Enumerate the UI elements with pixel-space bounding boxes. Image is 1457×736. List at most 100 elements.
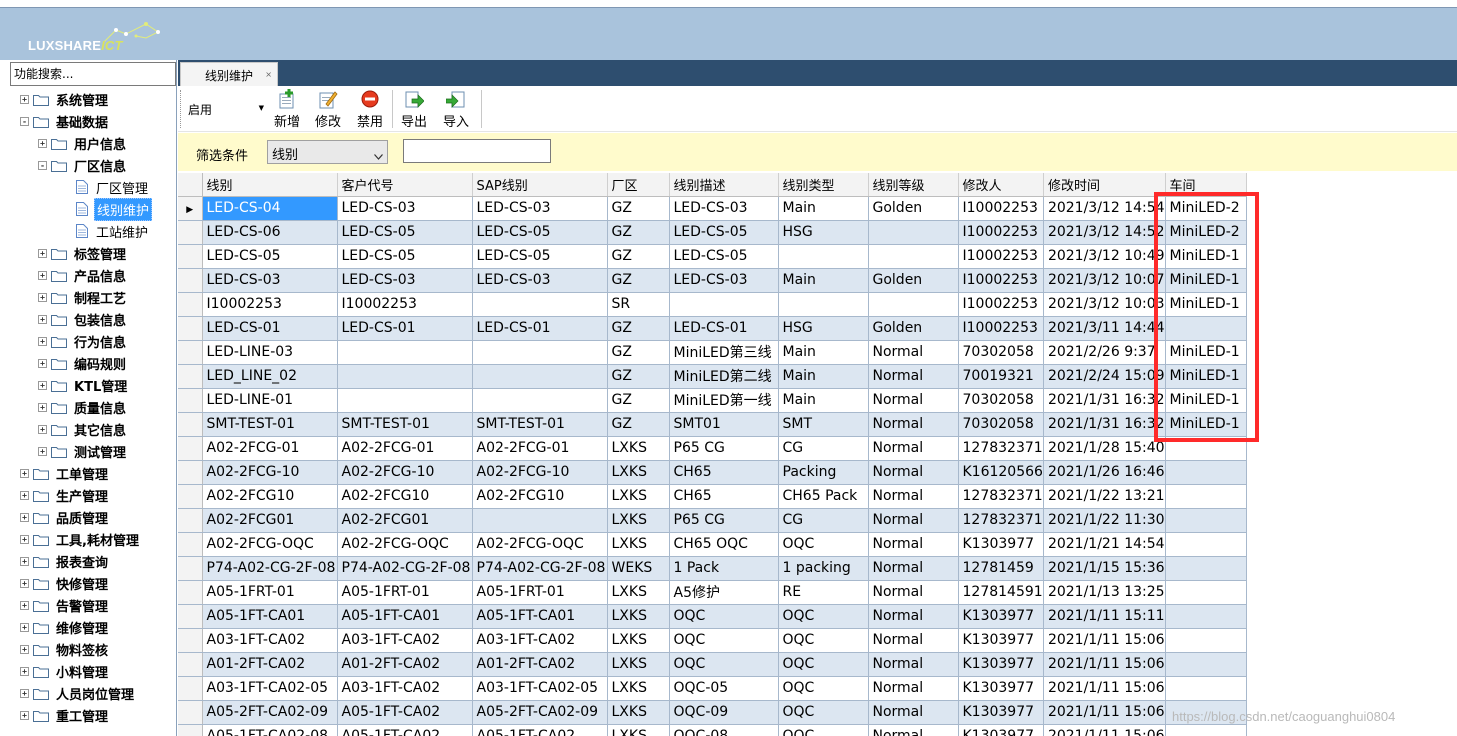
table-cell[interactable]: 127832371	[958, 508, 1044, 533]
table-cell[interactable]: Main	[778, 268, 869, 293]
table-cell[interactable]: 2021/1/31 16:32	[1043, 388, 1166, 413]
expand-icon[interactable]: +	[38, 402, 47, 412]
row-header[interactable]	[178, 220, 203, 245]
tree-node[interactable]: + 制程工艺	[38, 286, 128, 308]
expand-icon[interactable]: +	[20, 622, 29, 632]
table-cell[interactable]: Normal	[868, 676, 959, 701]
table-cell[interactable]: Normal	[868, 460, 959, 485]
table-cell[interactable]: MiniLED-1	[1165, 292, 1247, 317]
table-cell[interactable]: 1 packing	[778, 556, 869, 581]
table-row[interactable]: P74-A02-CG-2F-08 P74-A02-CG-2F-08 P74-A02-…	[178, 556, 1247, 581]
export-button[interactable]: 导出	[398, 89, 430, 130]
table-row[interactable]: LED-CS-05 LED-CS-05 LED-CS-05 GZ LED-CS-05 I1…	[178, 244, 1247, 269]
row-header[interactable]: ▶	[178, 196, 203, 221]
tree-node[interactable]: + 质量信息	[38, 396, 128, 418]
table-cell[interactable]: Normal	[868, 604, 959, 629]
row-header[interactable]	[178, 244, 203, 269]
table-row[interactable]: I10002253 I10002253 SR I10002253 2021/3/12 1…	[178, 292, 1247, 317]
table-row[interactable]: A05-1FT-CA01 A05-1FT-CA01 A05-1FT-CA01 LXKS…	[178, 604, 1247, 629]
table-cell[interactable]	[868, 220, 959, 245]
table-cell[interactable]: A05-2FT-CA02-09	[472, 700, 608, 725]
table-cell[interactable]: 2021/3/11 14:44	[1043, 316, 1166, 341]
table-cell[interactable]: A02-2FCG10	[202, 484, 338, 509]
table-cell[interactable]: A05-1FT-CA02-08	[202, 724, 338, 736]
table-cell[interactable]: Normal	[868, 340, 959, 365]
table-cell[interactable]: I10002253	[958, 244, 1044, 269]
table-cell[interactable]: Main	[778, 388, 869, 413]
tree-node[interactable]: - 厂区信息	[38, 154, 128, 176]
table-cell[interactable]	[1165, 628, 1247, 653]
table-cell[interactable]: MiniLED-1	[1165, 388, 1247, 413]
tree-node[interactable]: + 包装信息	[38, 308, 128, 330]
table-cell[interactable]: A05-1FT-CA02	[472, 724, 608, 736]
table-row[interactable]: A01-2FT-CA02 A01-2FT-CA02 A01-2FT-CA02 LXKS…	[178, 652, 1247, 677]
table-cell[interactable]: OQC-09	[669, 700, 779, 725]
table-cell[interactable]: A02-2FCG-10	[337, 460, 473, 485]
collapse-icon[interactable]: -	[20, 116, 29, 126]
table-cell[interactable]: 2021/1/11 15:06	[1043, 724, 1166, 736]
tree-node[interactable]: 线别维护	[76, 197, 153, 221]
table-cell[interactable]: LXKS	[607, 532, 670, 557]
table-cell[interactable]	[472, 340, 608, 365]
table-cell[interactable]: Normal	[868, 724, 959, 736]
table-row[interactable]: LED-LINE-01 GZ MiniLED第一线 Main Normal 7030205…	[178, 388, 1247, 413]
table-cell[interactable]: A03-1FT-CA02	[202, 628, 338, 653]
table-cell[interactable]	[1165, 508, 1247, 533]
table-row[interactable]: LED_LINE_02 GZ MiniLED第二线 Main Normal 7001932…	[178, 364, 1247, 389]
table-cell[interactable]: K1303977	[958, 724, 1044, 736]
table-row[interactable]: A03-1FT-CA02-05 A03-1FT-CA02 A03-1FT-CA02-…	[178, 676, 1247, 701]
table-cell[interactable]: Normal	[868, 388, 959, 413]
table-cell[interactable]: I10002253	[958, 268, 1044, 293]
tree-node[interactable]: + 物料签核	[20, 638, 110, 660]
table-cell[interactable]: K1303977	[958, 532, 1044, 557]
table-cell[interactable]: A02-2FCG10	[472, 484, 608, 509]
table-cell[interactable]	[472, 388, 608, 413]
table-cell[interactable]: I10002253	[958, 316, 1044, 341]
row-header[interactable]	[178, 724, 203, 736]
table-cell[interactable]: LED-LINE-01	[202, 388, 338, 413]
row-header[interactable]	[178, 268, 203, 293]
expand-icon[interactable]: +	[20, 710, 29, 720]
tree-node[interactable]: + 快修管理	[20, 572, 110, 594]
table-cell[interactable]: OQC	[778, 628, 869, 653]
expand-icon[interactable]: +	[38, 424, 47, 434]
row-header[interactable]	[178, 676, 203, 701]
table-cell[interactable]: 70019321	[958, 364, 1044, 389]
expand-icon[interactable]: +	[20, 490, 29, 500]
table-row[interactable]: LED-CS-01 LED-CS-01 LED-CS-01 GZ LED-CS-01 HS…	[178, 316, 1247, 341]
table-cell[interactable]: SMT-TEST-01	[472, 412, 608, 437]
table-cell[interactable]: OQC	[669, 628, 779, 653]
tree-node[interactable]: + 报表查询	[20, 550, 110, 572]
table-cell[interactable]	[669, 292, 779, 317]
add-button[interactable]: 新增	[271, 89, 303, 130]
tree-node[interactable]: + 用户信息	[38, 132, 128, 154]
table-cell[interactable]: 2021/1/31 16:32	[1043, 412, 1166, 437]
table-cell[interactable]: I10002253	[958, 220, 1044, 245]
expand-icon[interactable]: +	[20, 94, 29, 104]
table-cell[interactable]: CG	[778, 508, 869, 533]
table-cell[interactable]: 2021/1/15 15:36	[1043, 556, 1166, 581]
table-cell[interactable]: A05-1FT-CA02	[337, 700, 473, 725]
tree-node[interactable]: + 告警管理	[20, 594, 110, 616]
table-cell[interactable]	[1165, 436, 1247, 461]
table-cell[interactable]: LED-CS-03	[669, 196, 779, 221]
table-cell[interactable]: 127832371	[958, 436, 1044, 461]
table-cell[interactable]: A02-2FCG01	[337, 508, 473, 533]
table-cell[interactable]: GZ	[607, 196, 670, 221]
table-cell[interactable]: P65 CG	[669, 508, 779, 533]
table-cell[interactable]: OQC	[778, 700, 869, 725]
table-cell[interactable]: K1303977	[958, 652, 1044, 677]
table-cell[interactable]: LED-CS-03	[472, 196, 608, 221]
table-cell[interactable]: A02-2FCG-01	[472, 436, 608, 461]
column-header[interactable]: SAP线别	[472, 173, 608, 197]
table-cell[interactable]: 2021/1/22 11:30	[1043, 508, 1166, 533]
table-cell[interactable]: LED-CS-05	[337, 220, 473, 245]
table-cell[interactable]: 127832371	[958, 484, 1044, 509]
table-row[interactable]: A02-2FCG01 A02-2FCG01 LXKS P65 CG CG Normal 12…	[178, 508, 1247, 533]
expand-icon[interactable]: +	[38, 314, 47, 324]
table-cell[interactable]: 2021/1/11 15:11	[1043, 604, 1166, 629]
table-cell[interactable]: OQC	[778, 652, 869, 677]
table-cell[interactable]: LED-CS-05	[472, 220, 608, 245]
table-cell[interactable]: I10002253	[958, 196, 1044, 221]
table-cell[interactable]: Main	[778, 196, 869, 221]
